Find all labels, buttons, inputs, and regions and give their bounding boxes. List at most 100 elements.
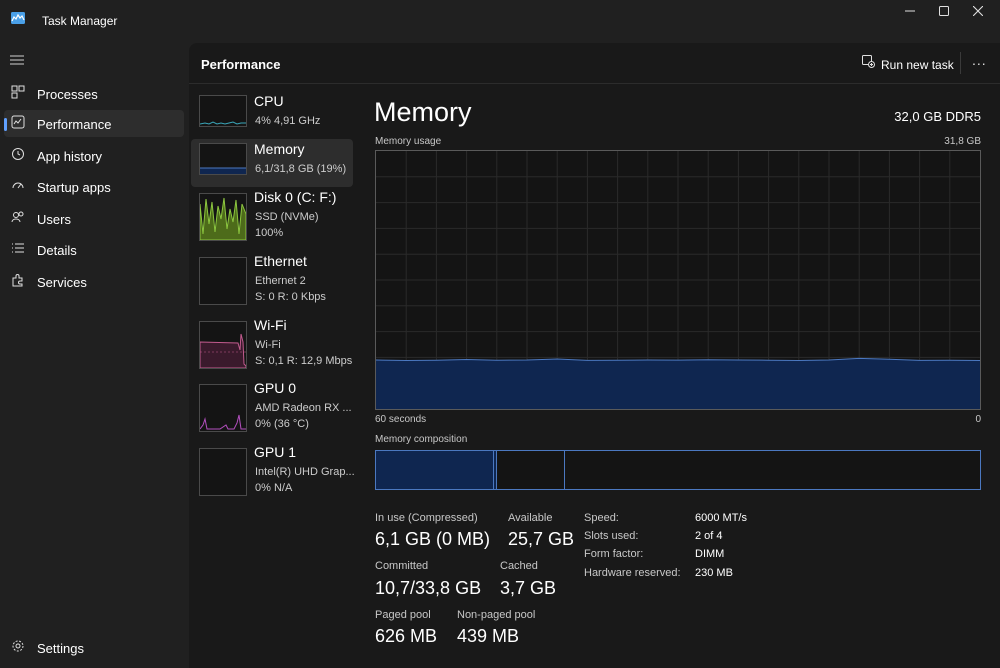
- memory-composition-bar: [375, 450, 981, 490]
- history-icon: [10, 147, 26, 163]
- resource-detail: 0% (36 °C): [255, 418, 309, 430]
- gpu-0-thumbnail-graph: [199, 384, 247, 432]
- detail-title: Memory: [374, 97, 472, 127]
- composition-in-use: [376, 451, 494, 489]
- memory-usage-area: [376, 358, 980, 409]
- nav-label: Processes: [37, 87, 98, 102]
- paged-pool-label: Paged pool: [375, 609, 431, 621]
- resource-detail: Intel(R) UHD Grap...: [255, 466, 355, 478]
- resource-detail: 0% N/A: [255, 482, 293, 494]
- title-bar: Task Manager: [0, 0, 1000, 44]
- slots-used-label: Slots used:: [584, 530, 639, 542]
- selection-indicator: [4, 118, 7, 131]
- resource-detail: AMD Radeon RX ...: [255, 402, 352, 414]
- resource-item-wifi[interactable]: Wi-Fi Wi-Fi S: 0,1 R: 12,9 Mbps: [191, 315, 353, 369]
- window-title: Task Manager: [42, 14, 118, 28]
- nav-label: Users: [37, 212, 71, 227]
- speed-value: 6000 MT/s: [695, 512, 747, 524]
- memory-usage-chart: [375, 151, 981, 409]
- nav-label: Startup apps: [37, 180, 111, 195]
- resource-item-gpu-1[interactable]: GPU 1 Intel(R) UHD Grap... 0% N/A: [191, 442, 355, 496]
- resource-name: CPU: [254, 93, 284, 109]
- page-header: Performance Run new task ...: [189, 43, 1000, 84]
- hardware-reserved-label: Hardware reserved:: [584, 567, 681, 579]
- resource-detail: S: 0 R: 0 Kbps: [255, 291, 326, 303]
- more-options-button[interactable]: ...: [972, 52, 987, 68]
- cached-value: 3,7 GB: [500, 578, 557, 598]
- nav-item-settings[interactable]: Settings: [4, 634, 184, 661]
- resource-name: Ethernet: [254, 253, 307, 269]
- memory-thumbnail-graph: [199, 143, 247, 175]
- speedometer-icon: [10, 178, 26, 194]
- maximize-icon: [939, 6, 949, 16]
- memory-usage-max: 31,8 GB: [944, 136, 981, 147]
- committed-value: 10,7/33,8 GB: [375, 578, 482, 598]
- in-use-value: 6,1 GB (0 MB): [375, 529, 491, 549]
- disk-thumbnail-graph: [199, 193, 247, 241]
- nav-item-processes[interactable]: Processes: [4, 80, 184, 107]
- resource-item-gpu-0[interactable]: GPU 0 AMD Radeon RX ... 0% (36 °C): [191, 378, 353, 432]
- page-title: Performance: [201, 57, 281, 72]
- available-label: Available: [508, 512, 553, 524]
- resource-name: Disk 0 (C: F:): [254, 189, 337, 205]
- cpu-thumbnail-graph: [199, 95, 247, 127]
- resource-detail: Ethernet 2: [255, 275, 306, 287]
- time-zero-label: 0: [975, 414, 981, 425]
- memory-usage-graph: [375, 150, 981, 410]
- resource-name: Wi-Fi: [254, 317, 287, 333]
- form-factor-value: DIMM: [695, 548, 725, 560]
- composition-standby: [497, 451, 565, 489]
- form-factor-label: Form factor:: [584, 548, 644, 560]
- resource-detail: SSD (NVMe): [255, 211, 319, 223]
- gpu-1-thumbnail-graph: [199, 448, 247, 496]
- maximize-button[interactable]: [926, 2, 962, 22]
- cached-label: Cached: [500, 560, 538, 572]
- hamburger-icon: [10, 55, 24, 65]
- resource-detail: 4% 4,91 GHz: [255, 115, 321, 127]
- paged-pool-value: 626 MB: [375, 626, 438, 646]
- resource-item-cpu[interactable]: CPU 4% 4,91 GHz: [191, 91, 353, 139]
- wifi-thumbnail-graph: [199, 321, 247, 369]
- hamburger-menu-button[interactable]: [10, 53, 26, 69]
- close-button[interactable]: [960, 2, 996, 22]
- resource-detail: 6,1/31,8 GB (19%): [255, 163, 347, 175]
- run-task-icon: [862, 55, 875, 71]
- resource-item-ethernet[interactable]: Ethernet Ethernet 2 S: 0 R: 0 Kbps: [191, 251, 353, 305]
- resource-name: GPU 1: [254, 444, 297, 460]
- hardware-reserved-value: 230 MB: [695, 567, 733, 579]
- composition-free: [565, 451, 980, 489]
- nav-item-startup-apps[interactable]: Startup apps: [4, 173, 184, 200]
- minimize-button[interactable]: [892, 2, 928, 22]
- available-value: 25,7 GB: [508, 529, 575, 549]
- resource-item-disk-0[interactable]: Disk 0 (C: F:) SSD (NVMe) 100%: [191, 187, 353, 241]
- resource-detail: S: 0,1 R: 12,9 Mbps: [255, 355, 353, 367]
- task-manager-app-icon: [11, 12, 25, 24]
- memory-usage-label: Memory usage: [375, 136, 442, 147]
- non-paged-pool-value: 439 MB: [457, 626, 520, 646]
- speed-label: Speed:: [584, 512, 619, 524]
- nav-label: Settings: [37, 641, 84, 656]
- non-paged-pool-label: Non-paged pool: [457, 609, 536, 621]
- memory-composition-label: Memory composition: [375, 434, 468, 445]
- nav-item-users[interactable]: Users: [4, 205, 184, 232]
- ethernet-thumbnail-graph: [199, 257, 247, 305]
- nav-item-performance[interactable]: Performance: [4, 110, 184, 137]
- resource-item-memory[interactable]: Memory 6,1/31,8 GB (19%): [191, 139, 353, 187]
- gear-icon: [10, 639, 26, 655]
- nav-item-app-history[interactable]: App history: [4, 142, 184, 169]
- puzzle-icon: [10, 273, 26, 289]
- performance-icon: [10, 115, 26, 131]
- nav-item-details[interactable]: Details: [4, 236, 184, 263]
- resource-name: Memory: [254, 141, 305, 157]
- list-icon: [10, 241, 26, 257]
- nav-label: Services: [37, 275, 87, 290]
- nav-item-services[interactable]: Services: [4, 268, 184, 295]
- processes-icon: [10, 85, 26, 101]
- in-use-label: In use (Compressed): [375, 512, 478, 524]
- resource-detail: 100%: [255, 227, 284, 239]
- resource-name: GPU 0: [254, 380, 297, 396]
- minimize-icon: [905, 10, 915, 12]
- slots-used-value: 2 of 4: [695, 530, 723, 542]
- nav-label: App history: [37, 149, 103, 164]
- header-divider: [960, 52, 961, 74]
